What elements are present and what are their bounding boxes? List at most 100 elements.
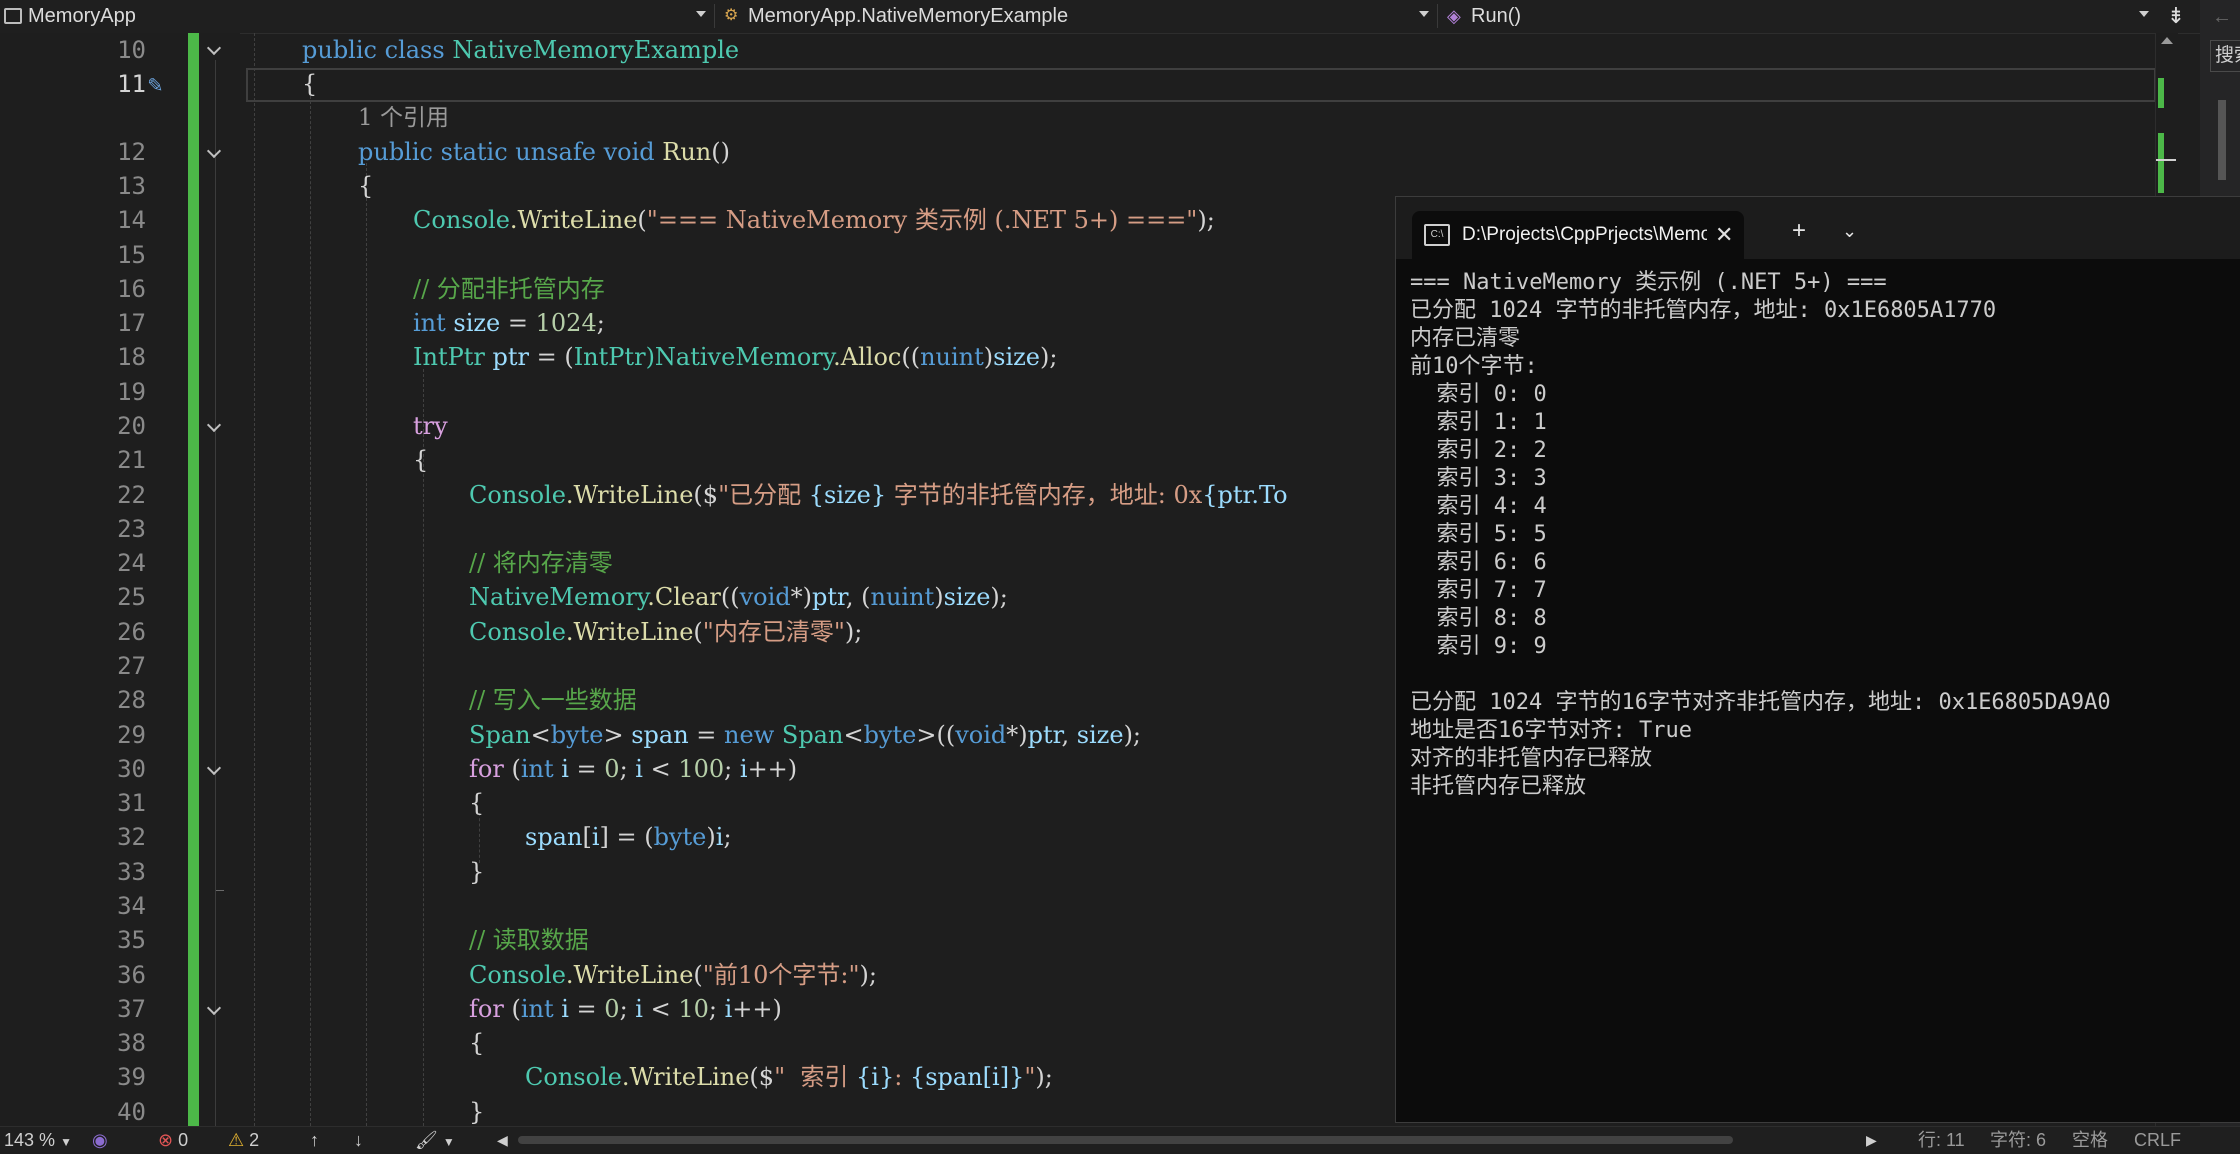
zoom-level[interactable]: 143 % ▼ xyxy=(4,1128,72,1152)
split-window-button[interactable]: ⇟ xyxy=(2160,0,2192,32)
line-ending[interactable]: CRLF xyxy=(2134,1128,2181,1152)
punct: () xyxy=(711,138,730,166)
error-count[interactable]: ⊗ 0 xyxy=(158,1128,188,1152)
method-token: .WriteLine xyxy=(509,206,638,234)
number-token: 0 xyxy=(604,755,620,783)
change-marker xyxy=(2158,133,2164,193)
line-number: 14 xyxy=(117,206,146,234)
scroll-left-icon[interactable]: ◀ xyxy=(497,1128,508,1152)
punct: = xyxy=(500,309,536,337)
keyword: unsafe xyxy=(515,138,596,166)
variable-token: size xyxy=(453,309,501,337)
punct: ) xyxy=(706,823,716,851)
line-number: 15 xyxy=(117,241,146,269)
close-tab-icon[interactable]: ✕ xyxy=(1715,222,1733,248)
console-line: 索引 1: 1 xyxy=(1410,410,1547,435)
type-token: )NativeMemory xyxy=(645,343,834,371)
console-line: 索引 3: 3 xyxy=(1410,466,1547,491)
scroll-right-icon[interactable]: ▶ xyxy=(1866,1128,1877,1152)
indent-mode[interactable]: 空格 xyxy=(2072,1128,2108,1152)
code-line-26: Console.WriteLine("内存已清零"); xyxy=(469,615,862,649)
fold-guide-line xyxy=(215,60,216,1126)
fold-end-tick xyxy=(216,890,224,891)
class-dropdown[interactable]: ⚙ MemoryApp.NativeMemoryExample xyxy=(720,0,1435,32)
punct: = xyxy=(568,995,605,1023)
line-number: 39 xyxy=(117,1063,146,1091)
type-token: Console xyxy=(469,961,566,989)
code-line-30: for (int i = 0; i < 100; i++) xyxy=(469,752,797,786)
string-token: "=== NativeMemory 类示例 (.NET 5+) ===" xyxy=(646,206,1198,234)
back-arrow-icon[interactable]: ← xyxy=(2212,6,2232,29)
punct: ++) xyxy=(732,995,782,1023)
search-box[interactable]: 搜索 xyxy=(2210,40,2240,72)
copilot-icon[interactable]: ◉ xyxy=(92,1128,108,1152)
keyword: void xyxy=(955,721,1007,749)
punct: [ xyxy=(582,823,592,851)
string-token: "前10个字节:" xyxy=(702,961,860,989)
console-line: 索引 5: 5 xyxy=(1410,522,1547,547)
code-line-32: span[i] = (byte)i; xyxy=(525,820,732,854)
punct: ] = ( xyxy=(599,823,654,851)
quick-actions-icon[interactable]: ✎ xyxy=(148,70,162,98)
indent-guide xyxy=(366,163,367,1126)
collapse-icon[interactable] xyxy=(205,417,225,437)
variable-token: i xyxy=(635,995,643,1023)
next-issue-button[interactable]: ↓ xyxy=(354,1128,363,1152)
project-name: MemoryApp xyxy=(28,4,136,27)
collapse-icon[interactable] xyxy=(205,1000,225,1020)
variable-token: size xyxy=(943,583,991,611)
console-tab[interactable]: C:\ D:\Projects\CppPrjects\Memo ✕ xyxy=(1412,211,1744,259)
chevron-down-icon: ▼ xyxy=(442,1135,455,1149)
project-dropdown[interactable]: MemoryApp xyxy=(0,0,712,32)
warning-count-value: 2 xyxy=(249,1130,260,1150)
punct: > xyxy=(603,721,632,749)
punct: ); xyxy=(990,583,1008,611)
method-icon: ◈ xyxy=(1447,6,1461,26)
new-tab-button[interactable]: + xyxy=(1792,217,1806,245)
code-line-10: public class NativeMemoryExample xyxy=(302,33,739,67)
code-line-12: public static unsafe void Run() xyxy=(358,135,730,169)
code-cleanup-button[interactable]: 🖌 ▼ xyxy=(415,1128,455,1152)
punct: ; xyxy=(619,755,636,783)
tab-dropdown-button[interactable]: ⌄ xyxy=(1842,221,1857,242)
number-token: 1024 xyxy=(535,309,597,337)
collapse-icon[interactable] xyxy=(205,760,225,780)
keyword: byte xyxy=(653,823,707,851)
variable-token: {i} xyxy=(856,1063,895,1091)
line-number: 38 xyxy=(117,1029,146,1057)
code-line-18: IntPtr ptr = (IntPtr)NativeMemory.Alloc(… xyxy=(413,340,1057,374)
line-number: 28 xyxy=(117,686,146,714)
code-line-36: Console.WriteLine("前10个字节:"); xyxy=(469,958,877,992)
line-number: 18 xyxy=(117,343,146,371)
class-name: MemoryApp.NativeMemoryExample xyxy=(748,4,1069,27)
warning-count[interactable]: ⚠ 2 xyxy=(228,1128,259,1152)
pane-scrollbar-thumb[interactable] xyxy=(2218,100,2226,180)
code-line-35: // 读取数据 xyxy=(469,926,589,954)
console-window[interactable]: C:\ D:\Projects\CppPrjects\Memo ✕ + ⌄ ==… xyxy=(1395,196,2240,1123)
cursor-line[interactable]: 行: 11 xyxy=(1918,1128,1965,1152)
console-line: 索引 6: 6 xyxy=(1410,550,1547,575)
line-number: 27 xyxy=(117,652,146,680)
codelens-references[interactable]: 1 个引用 xyxy=(358,101,449,135)
method-token: .Alloc xyxy=(833,343,902,371)
method-token: Run xyxy=(662,138,712,166)
previous-issue-button[interactable]: ↑ xyxy=(310,1128,319,1152)
code-line-16: // 分配非托管内存 xyxy=(413,275,605,303)
console-line: 索引 9: 9 xyxy=(1410,634,1547,659)
terminal-icon: C:\ xyxy=(1424,224,1450,246)
punct: ; xyxy=(708,995,725,1023)
string-token: " 索引 xyxy=(774,1063,856,1091)
member-dropdown[interactable]: ◈ Run() xyxy=(1443,0,2155,32)
chevron-down-icon: ▼ xyxy=(60,1135,72,1149)
cursor-column[interactable]: 字符: 6 xyxy=(1990,1128,2046,1152)
scroll-up-icon[interactable] xyxy=(2161,37,2173,44)
line-number: 26 xyxy=(117,618,146,646)
collapse-icon[interactable] xyxy=(205,143,225,163)
chevron-down-icon xyxy=(2139,11,2149,17)
console-line: 非托管内存已释放 xyxy=(1410,774,1587,799)
horizontal-scrollbar-thumb[interactable] xyxy=(518,1136,1733,1144)
collapse-icon[interactable] xyxy=(205,40,225,60)
punct: = ( xyxy=(528,343,574,371)
punct: ; xyxy=(723,823,732,851)
variable-token: {size} xyxy=(808,481,887,509)
